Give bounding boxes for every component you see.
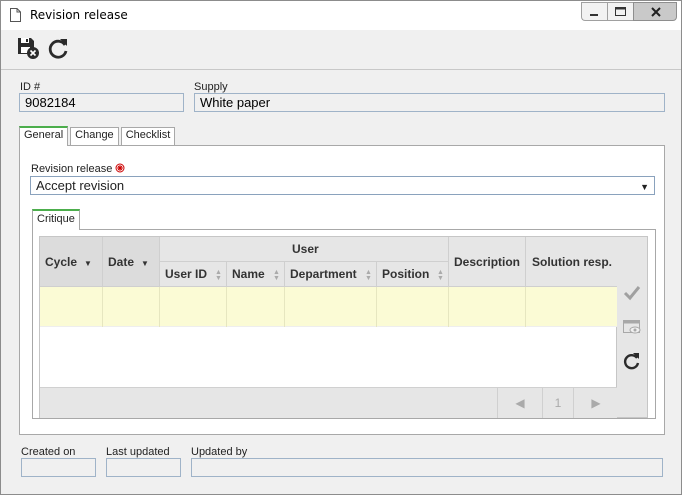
user-id-header-text: User ID [165, 267, 208, 281]
dropdown-arrow-icon: ▼ [640, 182, 649, 192]
tab-critique[interactable]: Critique [32, 209, 80, 230]
form-content: ID # 9082184 Supply White paper General … [1, 71, 681, 494]
tab-general[interactable]: General [19, 126, 69, 146]
tab-checklist[interactable]: Checklist [120, 127, 176, 145]
grid-pagination: ◀ 1 ▶ [40, 387, 618, 418]
check-icon[interactable] [622, 283, 642, 303]
revision-release-value: Accept revision [36, 178, 125, 193]
revision-release-label: Revision release [31, 163, 125, 175]
column-header-department[interactable]: Department ▲ ▼ [285, 262, 377, 287]
document-icon [10, 8, 21, 22]
maximize-icon [615, 7, 626, 16]
column-header-date[interactable]: Date ▼ [103, 237, 160, 287]
last-updated-label: Last updated [106, 446, 170, 458]
sort-icon: ▲ ▼ [437, 269, 444, 282]
cycle-header-text: Cycle [45, 255, 78, 269]
name-header-text: Name [232, 267, 265, 281]
description-header-text: Description [454, 255, 521, 269]
column-header-name[interactable]: Name ▲ ▼ [227, 262, 285, 287]
sort-icon: ▲ ▼ [273, 269, 280, 282]
general-panel: Revision release Accept revision ▼ Criti… [19, 145, 665, 435]
user-group-text: User [292, 242, 319, 256]
table-row[interactable] [40, 287, 618, 327]
created-on-label: Created on [21, 446, 76, 458]
view-icon[interactable] [622, 317, 642, 337]
toolbar [1, 30, 681, 70]
column-header-description[interactable]: Description [449, 237, 526, 287]
column-header-solution-resp[interactable]: Solution resp. [526, 237, 618, 287]
solution-header-text: Solution resp. [532, 255, 613, 269]
page-number: 1 [542, 388, 573, 418]
maximize-button[interactable] [607, 2, 633, 21]
next-page-button[interactable]: ▶ [573, 388, 618, 418]
minimize-button[interactable] [581, 2, 607, 21]
last-updated-field[interactable] [106, 458, 181, 477]
sort-icon: ▲ ▼ [215, 269, 222, 282]
column-group-user: User [160, 237, 449, 262]
save-and-close-button[interactable] [16, 36, 42, 62]
id-field[interactable]: 9082184 [19, 93, 184, 112]
tab-change[interactable]: Change [70, 127, 119, 145]
revision-release-select[interactable]: Accept revision ▼ [30, 176, 655, 195]
critique-grid: Cycle ▼ Date ▼ User User ID ▲ ▼ Name ▲ ▼… [39, 236, 618, 418]
title-bar: Revision release [1, 1, 681, 30]
column-header-cycle[interactable]: Cycle ▼ [40, 237, 103, 287]
close-button[interactable] [633, 2, 677, 21]
grid-actions-sidebar [617, 236, 648, 418]
revision-release-label-text: Revision release [31, 163, 113, 175]
date-header-text: Date [108, 255, 135, 269]
created-on-field[interactable] [21, 458, 96, 477]
updated-by-label: Updated by [191, 446, 248, 458]
refresh-icon [48, 39, 68, 59]
sort-down-icon: ▼ [84, 259, 92, 268]
critique-panel: Cycle ▼ Date ▼ User User ID ▲ ▼ Name ▲ ▼… [32, 229, 656, 419]
close-icon [651, 7, 661, 17]
window-controls [581, 2, 677, 21]
sort-icon: ▲ ▼ [365, 269, 372, 282]
position-header-text: Position [382, 267, 430, 281]
required-icon [115, 163, 125, 173]
department-header-text: Department [290, 267, 357, 281]
prev-page-button[interactable]: ◀ [497, 388, 542, 418]
minimize-icon [590, 14, 598, 16]
window-title: Revision release [30, 8, 128, 22]
revision-release-window: Revision release ID # 9082184 Supply Whi… [0, 0, 682, 495]
id-label: ID # [20, 81, 41, 93]
refresh-button[interactable] [46, 36, 72, 62]
main-tabs: General Change Checklist [19, 126, 177, 146]
supply-field[interactable]: White paper [194, 93, 665, 112]
refresh-icon[interactable] [622, 351, 642, 371]
column-header-position[interactable]: Position ▲ ▼ [377, 262, 449, 287]
updated-by-field[interactable] [191, 458, 663, 477]
save-close-icon [18, 38, 39, 59]
supply-label: Supply [194, 81, 228, 93]
sort-down-icon: ▼ [141, 259, 149, 268]
column-header-user-id[interactable]: User ID ▲ ▼ [160, 262, 227, 287]
